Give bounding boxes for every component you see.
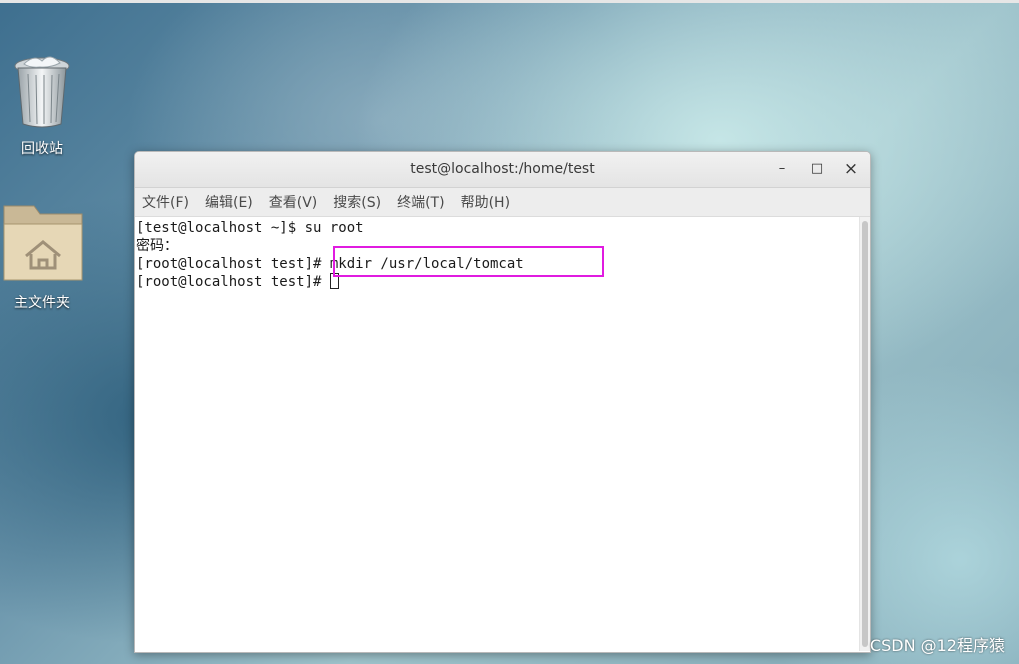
minimize-button[interactable]: –: [771, 158, 793, 180]
terminal-window: test@localhost:/home/test – □ × 文件(F) 编辑…: [134, 151, 871, 653]
top-panel-edge: [0, 0, 1019, 3]
watermark: CSDN @12程序猿: [869, 636, 1005, 655]
desktop-icon-trash[interactable]: 回收站: [0, 52, 88, 158]
desktop-icon-label: 主文件夹: [14, 295, 70, 311]
scrollbar-thumb[interactable]: [862, 221, 868, 647]
terminal-scrollbar[interactable]: [859, 217, 870, 651]
window-title: test@localhost:/home/test: [410, 161, 595, 177]
menu-view[interactable]: 查看(V): [269, 192, 318, 212]
close-button[interactable]: ×: [840, 158, 862, 180]
menu-terminal[interactable]: 终端(T): [397, 192, 444, 212]
annotation-highlight-box: [333, 246, 604, 277]
minimize-icon: –: [778, 161, 786, 176]
menu-file[interactable]: 文件(F): [142, 192, 189, 212]
window-titlebar[interactable]: test@localhost:/home/test – □ ×: [135, 152, 870, 188]
close-icon: ×: [843, 159, 859, 179]
desktop-icon-label: 回收站: [21, 141, 63, 157]
maximize-button[interactable]: □: [806, 158, 828, 180]
menu-help[interactable]: 帮助(H): [461, 192, 510, 212]
menu-edit[interactable]: 编辑(E): [205, 192, 253, 212]
maximize-icon: □: [810, 161, 824, 176]
terminal-line: [test@localhost ~]$ su root: [136, 220, 364, 236]
desktop-icon-home-folder[interactable]: 主文件夹: [0, 200, 88, 312]
terminal-output[interactable]: [test@localhost ~]$ su root 密码： [root@lo…: [135, 217, 870, 652]
trash-icon: [14, 56, 70, 128]
menu-search[interactable]: 搜索(S): [333, 192, 381, 212]
home-folder-icon: [3, 205, 83, 281]
terminal-prompt: [root@localhost test]#: [136, 274, 330, 290]
menu-bar: 文件(F) 编辑(E) 查看(V) 搜索(S) 终端(T) 帮助(H): [135, 188, 870, 217]
